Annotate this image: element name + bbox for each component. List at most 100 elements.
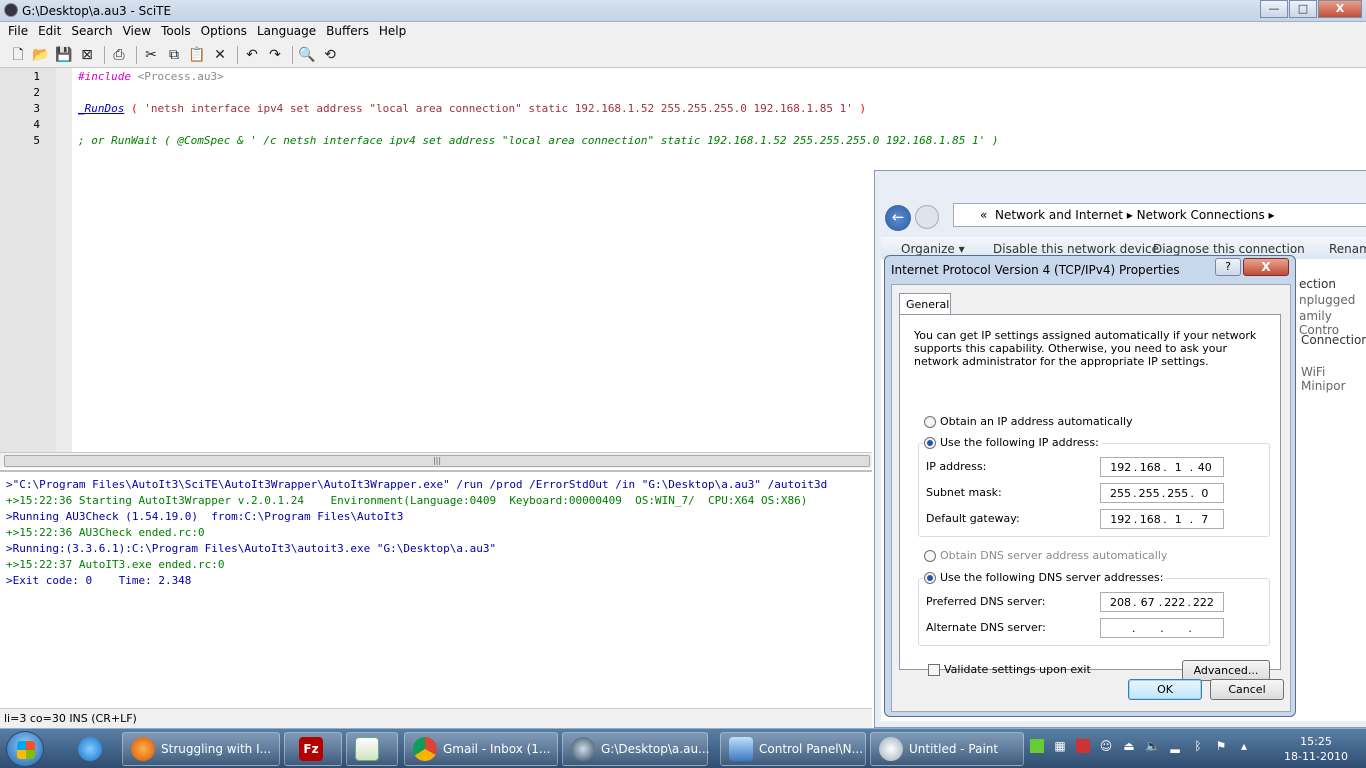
dialog-close-button[interactable]: X xyxy=(1243,258,1289,276)
use-following-dns-radio[interactable]: Use the following DNS server addresses: xyxy=(924,571,1167,584)
delete-icon[interactable]: ✕ xyxy=(210,45,230,65)
code-line-5: ; or RunWait ( @ComSpec & ' /c netsh int… xyxy=(78,134,999,147)
tray-antivirus-icon[interactable] xyxy=(1076,739,1090,753)
default-gateway-field[interactable]: 192. 168. 1. 7 xyxy=(1100,509,1224,529)
preferred-dns-field[interactable]: 208. 67. 222. 222 xyxy=(1100,592,1224,612)
connection-item-text: nplugged xyxy=(1299,293,1356,307)
save-icon[interactable]: 💾 xyxy=(54,45,74,65)
ok-button[interactable]: OK xyxy=(1128,679,1202,700)
tray-messenger-icon[interactable]: ☺ xyxy=(1099,739,1113,753)
start-button[interactable] xyxy=(6,731,44,767)
toolbar-separator xyxy=(292,45,293,64)
taskbar-item-control-panel[interactable]: Control Panel\N... xyxy=(720,732,866,766)
horizontal-scrollbar[interactable]: ||| xyxy=(0,452,872,468)
back-arrow-icon[interactable]: ← xyxy=(885,205,911,231)
connection-item-text[interactable]: Connection xyxy=(1301,333,1366,347)
cut-icon[interactable]: ✂ xyxy=(141,45,161,65)
rename-button[interactable]: Renam xyxy=(1329,242,1366,256)
menu-buffers[interactable]: Buffers xyxy=(318,22,369,42)
tray-grid-icon[interactable]: ▦ xyxy=(1053,739,1067,753)
function-name: _RunDos xyxy=(78,102,125,115)
close-file-icon[interactable]: ⊠ xyxy=(77,45,97,65)
replace-icon[interactable]: ⟲ xyxy=(320,45,340,65)
tab-general[interactable]: General xyxy=(899,293,951,315)
paint-icon xyxy=(879,737,903,761)
copy-icon[interactable]: ⧉ xyxy=(164,45,184,65)
code-editor[interactable]: 1 2 3 4 5 #include <Process.au3> _RunDos… xyxy=(0,68,999,452)
breadcrumb-network-internet[interactable]: Network and Internet xyxy=(995,208,1123,222)
general-tab-panel: You can get IP settings assigned automat… xyxy=(899,314,1281,681)
minimize-button[interactable]: — xyxy=(1260,0,1288,18)
taskbar-item-notepad[interactable] xyxy=(346,732,398,766)
bluetooth-icon[interactable]: ᛒ xyxy=(1191,739,1205,753)
advanced-button[interactable]: Advanced... xyxy=(1182,660,1270,681)
taskbar-item-paint[interactable]: Untitled - Paint xyxy=(870,732,1024,766)
internet-explorer-icon[interactable] xyxy=(70,732,112,766)
connection-item-text[interactable]: ection xyxy=(1299,277,1336,291)
output-line: >Exit code: 0 Time: 2.348 xyxy=(6,574,192,587)
print-icon[interactable]: ⎙ xyxy=(109,45,129,65)
find-icon[interactable]: 🔍 xyxy=(297,45,317,65)
tray-arrow-icon[interactable]: ▴ xyxy=(1237,739,1251,753)
disable-device-button[interactable]: Disable this network device xyxy=(993,242,1159,256)
close-paren: ) xyxy=(852,102,867,115)
menu-search[interactable]: Search xyxy=(63,22,112,42)
cancel-button[interactable]: Cancel xyxy=(1210,679,1284,700)
taskbar-item-chrome[interactable]: Gmail - Inbox (1... xyxy=(404,732,558,766)
menu-edit[interactable]: Edit xyxy=(30,22,61,42)
use-following-ip-radio[interactable]: Use the following IP address: xyxy=(924,436,1102,449)
menu-view[interactable]: View xyxy=(115,22,151,42)
clock-time: 15:25 xyxy=(1300,735,1332,748)
output-line: >"C:\Program Files\AutoIt3\SciTE\AutoIt3… xyxy=(6,478,828,491)
organize-button[interactable]: Organize ▾ xyxy=(901,242,965,256)
forward-arrow-icon[interactable] xyxy=(915,205,939,229)
undo-icon[interactable]: ↶ xyxy=(242,45,262,65)
octet: 168 xyxy=(1139,460,1161,474)
scite-app-icon xyxy=(4,3,18,17)
new-file-icon[interactable]: 🗋 xyxy=(8,45,28,65)
connection-item-text: WiFi Minipor xyxy=(1301,365,1346,393)
output-line: >Running:(3.3.6.1):C:\Program Files\Auto… xyxy=(6,542,497,555)
maximize-button[interactable]: □ xyxy=(1289,0,1317,18)
breadcrumb-network-connections[interactable]: Network Connections xyxy=(1137,208,1265,222)
obtain-dns-auto-radio[interactable]: Obtain DNS server address automatically xyxy=(924,549,1167,562)
network-icon[interactable]: ▂ xyxy=(1168,739,1182,753)
redo-icon[interactable]: ↷ xyxy=(265,45,285,65)
menu-language[interactable]: Language xyxy=(249,22,316,42)
clock[interactable]: 15:25 18-11-2010 xyxy=(1276,734,1356,764)
validate-settings-checkbox[interactable]: Validate settings upon exit xyxy=(928,663,1091,676)
output-pane[interactable]: >"C:\Program Files\AutoIt3\SciTE\AutoIt3… xyxy=(0,470,872,708)
taskbar-item-firefox[interactable]: Struggling with I... xyxy=(122,732,280,766)
diagnose-button[interactable]: Diagnose this connection xyxy=(1153,242,1305,256)
close-button[interactable]: X xyxy=(1318,0,1362,18)
obtain-ip-auto-radio[interactable]: Obtain an IP address automatically xyxy=(924,415,1133,428)
taskbar-item-filezilla[interactable]: Fz xyxy=(284,732,342,766)
subnet-mask-field[interactable]: 255. 255. 255. 0 xyxy=(1100,483,1224,503)
firefox-icon xyxy=(131,737,155,761)
taskbar-item-scite[interactable]: G:\Desktop\a.au... xyxy=(562,732,710,766)
line-number: 1 xyxy=(33,70,40,83)
include-directive: #include xyxy=(78,70,131,83)
octet: 7 xyxy=(1201,512,1209,526)
volume-icon[interactable]: 🔈 xyxy=(1145,739,1160,753)
breadcrumb-overflow[interactable]: « xyxy=(980,208,987,222)
octet: 1 xyxy=(1174,460,1182,474)
open-folder-icon[interactable]: 📂 xyxy=(31,45,51,65)
menu-options[interactable]: Options xyxy=(193,22,247,42)
filezilla-icon: Fz xyxy=(299,737,323,761)
octet: 40 xyxy=(1197,460,1212,474)
octet: 255 xyxy=(1138,486,1160,500)
scrollbar-thumb[interactable]: ||| xyxy=(4,455,870,467)
menu-tools[interactable]: Tools xyxy=(153,22,191,42)
subnet-mask-label: Subnet mask: xyxy=(926,486,1002,499)
tray-usb-icon[interactable]: ⏏ xyxy=(1122,739,1136,753)
tray-app-icon[interactable] xyxy=(1030,739,1044,753)
menu-file[interactable]: File xyxy=(0,22,28,42)
menu-help[interactable]: Help xyxy=(371,22,406,42)
action-center-icon[interactable]: ⚑ xyxy=(1214,739,1228,753)
address-bar[interactable]: « Network and Internet ▸ Network Connect… xyxy=(953,203,1366,227)
help-button[interactable]: ? xyxy=(1215,258,1241,276)
alternate-dns-field[interactable]: ... xyxy=(1100,618,1224,638)
ip-address-field[interactable]: 192. 168. 1. 40 xyxy=(1100,457,1224,477)
paste-icon[interactable]: 📋 xyxy=(187,45,207,65)
